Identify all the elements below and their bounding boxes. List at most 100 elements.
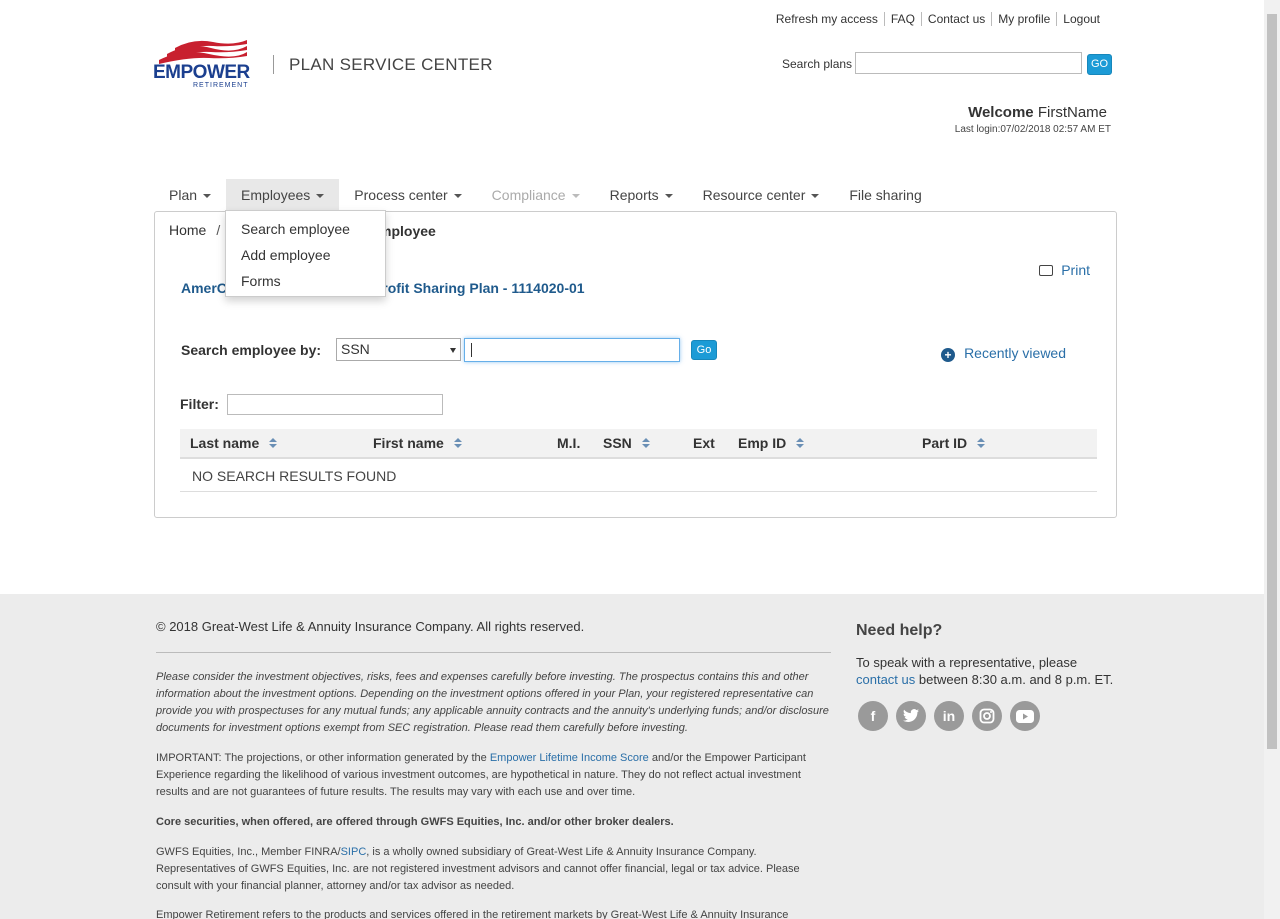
caret-down-icon [316,194,325,199]
search-plans-label: Search plans [782,57,853,71]
main-nav: Plan Employees Process center Compliance… [154,179,937,212]
nav-reports[interactable]: Reports [595,179,688,212]
nav-compliance: Compliance [477,179,595,212]
column-first-name[interactable]: First name [373,435,462,451]
search-employee-go-button[interactable]: Go [691,340,717,360]
employees-dropdown-menu: Search employee Add employee Forms [225,210,386,297]
nav-file-sharing[interactable]: File sharing [834,179,936,212]
disclosure-core-securities: Core securities, when offered, are offer… [156,816,674,828]
breadcrumb: Home / mployee [169,222,436,239]
welcome-label: Welcome [968,104,1034,121]
text-cursor [471,343,472,357]
column-label: Last name [190,435,260,451]
nav-resource-center[interactable]: Resource center [688,179,835,212]
disclosure-text: IMPORTANT: The projections, or other inf… [156,752,490,764]
caret-down-icon [203,194,212,199]
my-profile-link[interactable]: My profile [991,12,1056,26]
empower-logo[interactable]: EMPOWER RETIREMENT [153,38,253,90]
disclosure-important: IMPORTANT: The projections, or other inf… [156,750,832,801]
menu-item-search-employee[interactable]: Search employee [241,221,350,237]
page: Refresh my access FAQ Contact us My prof… [0,0,1264,919]
help-contact-link[interactable]: contact us [856,672,915,687]
nav-label: Plan [169,187,198,203]
social-links: f in [858,701,1048,731]
contact-us-link[interactable]: Contact us [920,12,991,26]
search-plans-go-button[interactable]: GO [1087,54,1112,75]
column-part-id[interactable]: Part ID [922,435,986,451]
column-emp-id[interactable]: Emp ID [738,435,805,451]
dropdown-arrow-icon [450,348,456,353]
menu-item-add-employee[interactable]: Add employee [241,247,331,263]
column-label: Emp ID [738,435,787,451]
caret-down-icon [664,194,673,199]
search-employee-input[interactable] [464,338,680,362]
vertical-scrollbar[interactable] [1264,0,1280,919]
filter-input[interactable] [227,394,443,415]
faq-link[interactable]: FAQ [883,12,921,26]
breadcrumb-separator: / [216,222,221,238]
plan-name-start: AmerC [181,280,227,296]
nav-label: Process center [354,187,448,203]
employee-table: Last name First name M.I. SSN Ext Emp ID… [180,429,1097,492]
table-row: NO SEARCH RESULTS FOUND [180,459,1097,492]
recently-viewed-link[interactable]: + Recently viewed [941,345,1066,362]
last-login: Last login:07/02/2018 02:57 AM ET [954,124,1111,135]
youtube-icon[interactable] [1010,701,1040,731]
linkedin-icon[interactable]: in [934,701,964,731]
recently-viewed-label: Recently viewed [964,345,1066,361]
disclosure-empower: Empower Retirement refers to the product… [156,909,789,919]
logo-subtext: RETIREMENT [193,82,249,89]
nav-label: Compliance [491,187,566,203]
header-divider [273,55,274,74]
plan-name-end: Profit Sharing Plan - 1114020-01 [372,280,585,296]
lifetime-income-score-link[interactable]: Empower Lifetime Income Score [490,752,649,764]
sipc-link[interactable]: SIPC [341,846,367,858]
twitter-icon[interactable] [896,701,926,731]
disclosure-text: GWFS Equities, Inc., Member FINRA/ [156,846,341,858]
column-label: First name [373,435,444,451]
column-label: Part ID [922,435,968,451]
copyright: © 2018 Great-West Life & Annuity Insuran… [156,619,585,634]
print-button[interactable]: Print [1039,262,1090,278]
sort-icon [641,438,650,449]
nav-plan[interactable]: Plan [154,179,226,212]
nav-employees[interactable]: Employees [226,179,340,212]
instagram-icon[interactable] [972,701,1002,731]
print-label: Print [1061,262,1090,278]
column-last-name[interactable]: Last name [190,435,278,451]
caret-down-icon [571,194,580,199]
nav-process-center[interactable]: Process center [339,179,476,212]
need-help-title: Need help? [856,622,943,639]
nav-label: Employees [241,187,311,203]
table-header: Last name First name M.I. SSN Ext Emp ID… [180,429,1097,459]
menu-item-forms[interactable]: Forms [241,273,281,289]
logo-wordmark: EMPOWER [153,62,250,83]
column-mi: M.I. [557,435,580,451]
breadcrumb-current: mployee [379,223,436,239]
sort-icon [796,438,805,449]
nav-label: File sharing [849,187,922,203]
refresh-access-link[interactable]: Refresh my access [770,12,884,26]
filter-label: Filter: [180,396,219,412]
logout-link[interactable]: Logout [1056,12,1106,26]
sort-icon [453,438,462,449]
column-ssn[interactable]: SSN [603,435,650,451]
column-label: M.I. [557,435,581,451]
welcome-name: FirstName [1037,104,1107,121]
search-plans-input[interactable] [855,52,1082,74]
printer-icon [1039,265,1054,276]
disclosure-gwfs: GWFS Equities, Inc., Member FINRA/SIPC, … [156,844,832,895]
footer: © 2018 Great-West Life & Annuity Insuran… [0,594,1264,919]
column-label: SSN [603,435,632,451]
help-text-b: between 8:30 a.m. and 8 p.m. ET. [915,672,1114,687]
flag-icon [159,40,247,64]
search-by-select[interactable]: SSN [336,338,461,361]
disclosure-prospectus: Please consider the investment objective… [156,671,829,734]
facebook-icon[interactable]: f [858,701,888,731]
column-label: Ext [693,435,715,451]
app-title: PLAN SERVICE CENTER [289,55,493,74]
breadcrumb-home[interactable]: Home [169,222,206,238]
caret-down-icon [453,194,462,199]
sort-icon [977,438,986,449]
scrollbar-thumb[interactable] [1267,14,1277,749]
